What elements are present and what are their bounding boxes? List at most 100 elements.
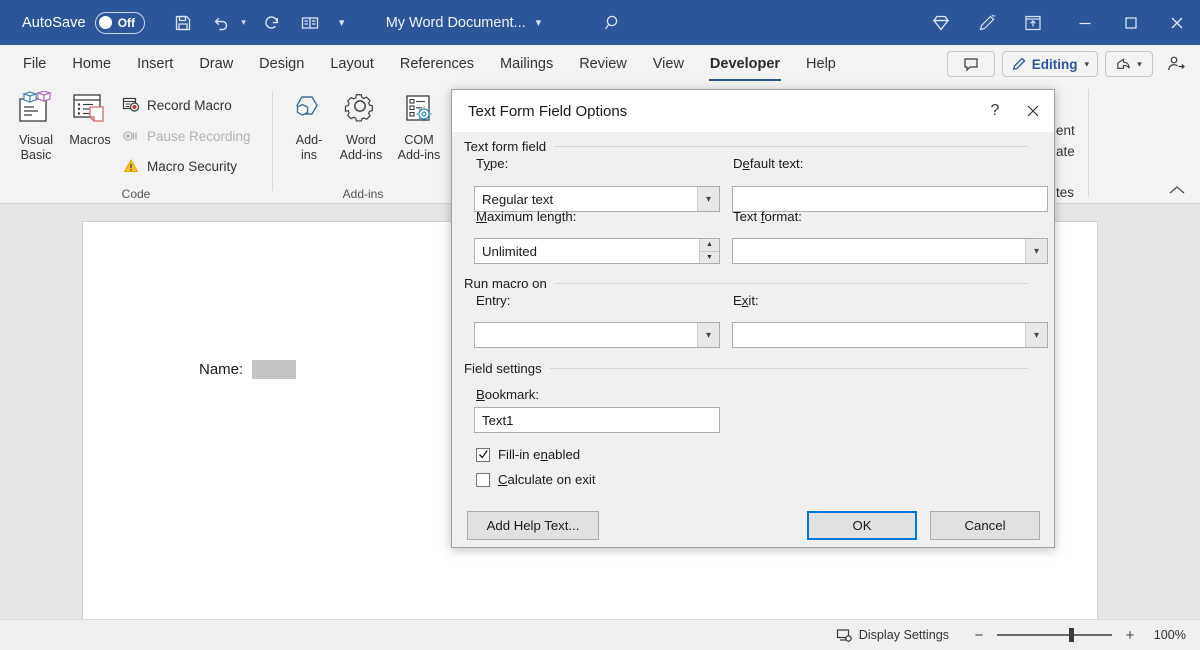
zoom-in-button[interactable]: + [1122,627,1138,644]
calculate-on-exit-label: Calculate on exit [498,472,596,487]
diamond-icon[interactable] [918,7,964,39]
checkmark-icon [478,449,489,460]
exit-combobox[interactable]: ▾ [732,322,1048,348]
macro-security-button[interactable]: Macro Security [120,157,237,175]
tab-developer[interactable]: Developer [697,45,793,83]
exit-chevron-down-icon[interactable]: ▾ [1025,323,1047,347]
tab-design[interactable]: Design [246,45,317,83]
document-title: My Word Document... [386,15,526,31]
tab-insert[interactable]: Insert [124,45,186,83]
text-format-chevron-down-icon[interactable]: ▾ [1025,239,1047,263]
fill-in-enabled-checkbox[interactable] [476,448,490,462]
type-value: Regular text [475,192,697,207]
minimize-button[interactable] [1062,0,1108,45]
macros-label: Macros [69,133,110,147]
com-addins-button[interactable]: COM Add-ins [391,89,447,163]
word-addins-label-line1: Word [346,133,376,147]
tab-layout[interactable]: Layout [317,45,387,83]
ok-button[interactable]: OK [807,511,917,540]
tab-mailings[interactable]: Mailings [487,45,566,83]
type-label: Type: [476,156,508,171]
gear-icon [333,89,389,129]
type-chevron-down-icon[interactable]: ▾ [697,187,719,211]
hidden-ribbon-fragment-3: tes [1056,185,1074,200]
ribbon-group-addins: Add- ins Word Add-ins [273,83,453,204]
title-dropdown-icon[interactable]: ▾ [536,16,542,29]
share-button[interactable]: ▾ [1105,51,1153,77]
autosave-label: AutoSave [22,15,86,31]
editing-mode-label: Editing [1032,57,1078,72]
calculate-on-exit-checkbox[interactable] [476,473,490,487]
add-help-text-button[interactable]: Add Help Text... [467,511,599,540]
document-name-label: Name: [199,361,243,378]
tab-references[interactable]: References [387,45,487,83]
tab-help[interactable]: Help [793,45,849,83]
comments-button[interactable] [947,51,995,77]
share-with-people-icon[interactable] [1160,49,1192,79]
pause-recording-button: Pause Recording [120,127,251,145]
bookmark-input[interactable]: Text1 [474,407,720,433]
addins-icon [281,89,337,129]
record-macro-button[interactable]: Record Macro [120,96,232,114]
fill-in-enabled-checkbox-row[interactable]: Fill-in enabled [476,447,580,462]
tab-draw[interactable]: Draw [186,45,246,83]
dialog-title: Text Form Field Options [468,103,627,120]
exit-label: Exit: [733,293,759,308]
entry-label: Entry: [476,293,510,308]
hidden-ribbon-fragment-2: ate [1056,144,1075,159]
tab-file[interactable]: File [10,45,59,83]
macros-button[interactable]: Macros [62,89,118,148]
maximum-length-value: Unlimited [475,244,699,259]
text-form-field[interactable] [252,360,296,379]
dialog-title-bar[interactable]: Text Form Field Options ? [452,90,1054,132]
entry-combobox[interactable]: ▾ [474,322,720,348]
collapse-ribbon-icon[interactable] [1168,184,1186,199]
add-help-text-label: Add Help Text... [487,518,580,533]
pen-icon[interactable] [964,7,1010,39]
print-preview-icon[interactable] [294,7,326,39]
save-icon[interactable] [167,7,199,39]
maximize-button[interactable] [1108,0,1154,45]
visual-basic-icon [8,89,64,129]
undo-icon[interactable] [205,7,237,39]
spinner-up-icon[interactable]: ▲ [699,239,719,252]
customize-quick-access-icon[interactable]: ▾ [336,16,348,29]
zoom-out-button[interactable]: − [971,627,987,644]
group-divider-line-2 [555,283,1028,284]
upload-icon[interactable] [1010,7,1056,39]
word-addins-label-line2: Add-ins [340,148,383,162]
calculate-on-exit-checkbox-row[interactable]: Calculate on exit [476,472,596,487]
cancel-button[interactable]: Cancel [930,511,1040,540]
group-divider-line-3 [550,368,1028,369]
tab-review[interactable]: Review [566,45,640,83]
dialog-close-button[interactable] [1012,90,1054,132]
autosave-toggle[interactable]: Off [95,12,145,34]
redo-icon[interactable] [256,7,288,39]
maximum-length-spinner[interactable]: Unlimited ▲ ▼ [474,238,720,264]
ribbon-tab-bar: File Home Insert Draw Design Layout Refe… [0,45,1200,83]
tab-home[interactable]: Home [59,45,124,83]
zoom-slider[interactable] [997,628,1112,642]
zoom-level-label[interactable]: 100% [1138,628,1186,642]
entry-chevron-down-icon[interactable]: ▾ [697,323,719,347]
dialog-help-button[interactable]: ? [978,90,1012,132]
close-button[interactable] [1154,0,1200,45]
editing-mode-button[interactable]: Editing ▾ [1002,51,1098,77]
pause-recording-icon [120,127,142,145]
tab-view[interactable]: View [640,45,697,83]
visual-basic-button[interactable]: Visual Basic [8,89,64,163]
title-bar-right-controls [918,0,1200,45]
word-addins-button[interactable]: Word Add-ins [333,89,389,163]
display-settings-button[interactable]: Display Settings [836,628,949,643]
text-format-combobox[interactable]: ▾ [732,238,1048,264]
bookmark-label: Bookmark: [476,387,539,402]
default-text-label: Default text: [733,156,803,171]
undo-dropdown-icon[interactable]: ▾ [238,17,250,28]
search-icon[interactable] [597,7,629,39]
zoom-slider-thumb[interactable] [1069,628,1074,642]
zoom-slider-track [997,634,1112,636]
share-icon [1116,57,1131,72]
addins-button[interactable]: Add- ins [281,89,337,163]
com-addins-icon [391,89,447,129]
spinner-down-icon[interactable]: ▼ [699,252,719,264]
